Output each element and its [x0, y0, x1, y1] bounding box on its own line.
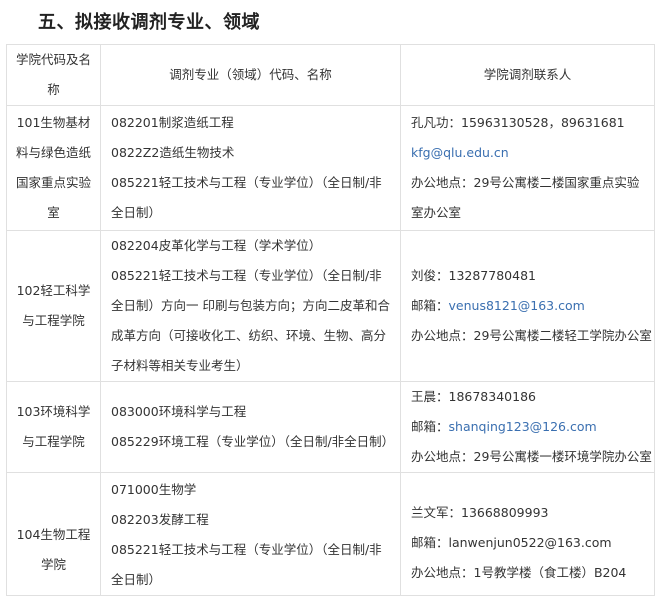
header-contact: 学院调剂联系人 — [400, 44, 655, 106]
major-item: 085221轻工技术与工程（专业学位）（全日制/非全日制） — [111, 175, 382, 220]
table-header-row: 学院代码及名称 调剂专业（领域）代码、名称 学院调剂联系人 — [6, 44, 655, 106]
transfer-majors-table: 学院代码及名称 调剂专业（领域）代码、名称 学院调剂联系人 101生物基材料与绿… — [6, 44, 655, 596]
major-item: 082204皮革化学与工程（学术学位） — [111, 238, 322, 253]
email-label: 邮箱： — [411, 419, 449, 434]
contact-cell: 王晨：18678340186 邮箱：shanqing123@126.com 办公… — [400, 381, 655, 473]
college-name: 104生物工程学院 — [16, 526, 91, 572]
major-item: 085229环境工程（专业学位）（全日制/非全日制） — [111, 434, 395, 449]
table-row: 101生物基材料与绿色造纸国家重点实验室 082201制浆造纸工程 0822Z2… — [6, 105, 655, 231]
major-cell: 071000生物学 082203发酵工程 085221轻工技术与工程（专业学位）… — [100, 472, 401, 596]
major-item: 0822Z2造纸生物技术 — [111, 145, 235, 160]
contact-office: 办公地点：29号公寓楼二楼轻工学院办公室 — [411, 328, 652, 343]
college-name: 103环境科学与工程学院 — [16, 404, 91, 449]
college-name: 102轻工科学与工程学院 — [16, 283, 91, 328]
college-cell: 104生物工程学院 — [6, 472, 101, 596]
contact-email-line: 邮箱：venus8121@163.com — [411, 291, 644, 321]
contact-cell: 刘俊：13287780481 邮箱：venus8121@163.com 办公地点… — [400, 230, 655, 382]
table-row: 102轻工科学与工程学院 082204皮革化学与工程（学术学位） 085221轻… — [6, 230, 655, 382]
table-row: 104生物工程学院 071000生物学 082203发酵工程 085221轻工技… — [6, 472, 655, 596]
major-cell: 082204皮革化学与工程（学术学位） 085221轻工技术与工程（专业学位）（… — [100, 230, 401, 382]
contact-office: 办公地点：29号公寓楼二楼国家重点实验室办公室 — [411, 175, 640, 220]
contact-cell: 兰文军：13668809993 邮箱：lanwenjun0522@163.com… — [400, 472, 655, 596]
contact-email-link[interactable]: shanqing123@126.com — [449, 419, 597, 434]
table-row: 103环境科学与工程学院 083000环境科学与工程 085229环境工程（专业… — [6, 381, 655, 473]
contact-cell: 孔凡功：15963130528，89631681 kfg@qlu.edu.cn … — [400, 105, 655, 231]
contact-email-link[interactable]: venus8121@163.com — [449, 298, 585, 313]
major-item: 082201制浆造纸工程 — [111, 115, 234, 130]
contact-office: 办公地点：1号教学楼（食工楼）B204 — [411, 564, 627, 580]
college-name: 101生物基材料与绿色造纸国家重点实验室 — [15, 115, 91, 220]
college-cell: 102轻工科学与工程学院 — [6, 230, 101, 382]
section-title: 五、拟接收调剂专业、领域 — [38, 12, 260, 33]
major-item: 085221轻工技术与工程（专业学位）（全日制/非全日制）方向一 印刷与包装方向… — [111, 268, 390, 373]
major-item: 083000环境科学与工程 — [111, 404, 247, 419]
major-cell: 083000环境科学与工程 085229环境工程（专业学位）（全日制/非全日制） — [100, 381, 401, 473]
major-item: 071000生物学 — [111, 482, 197, 497]
page: 五、拟接收调剂专业、领域 学院代码及名称 调剂专业（领域）代码、名称 学院调剂联… — [0, 0, 658, 596]
contact-person: 刘俊：13287780481 — [411, 268, 536, 283]
header-major: 调剂专业（领域）代码、名称 — [100, 44, 401, 106]
college-cell: 103环境科学与工程学院 — [6, 381, 101, 473]
major-item: 085221轻工技术与工程（专业学位）（全日制/非全日制） — [111, 542, 382, 587]
major-cell: 082201制浆造纸工程 0822Z2造纸生物技术 085221轻工技术与工程（… — [100, 105, 401, 231]
email-label: 邮箱： — [411, 298, 449, 313]
college-cell: 101生物基材料与绿色造纸国家重点实验室 — [6, 105, 101, 231]
contact-office: 办公地点：29号公寓楼一楼环境学院办公室 — [411, 449, 652, 464]
contact-email-link[interactable]: kfg@qlu.edu.cn — [411, 138, 644, 168]
contact-email-line: 邮箱：lanwenjun0522@163.com — [411, 534, 612, 550]
major-item: 082203发酵工程 — [111, 512, 209, 527]
contact-email-line: 邮箱：shanqing123@126.com — [411, 412, 644, 442]
contact-person: 王晨：18678340186 — [411, 389, 536, 404]
contact-person: 兰文军：13668809993 — [411, 504, 549, 520]
header-college: 学院代码及名称 — [6, 44, 101, 106]
contact-person: 孔凡功：15963130528，89631681 — [411, 115, 625, 130]
